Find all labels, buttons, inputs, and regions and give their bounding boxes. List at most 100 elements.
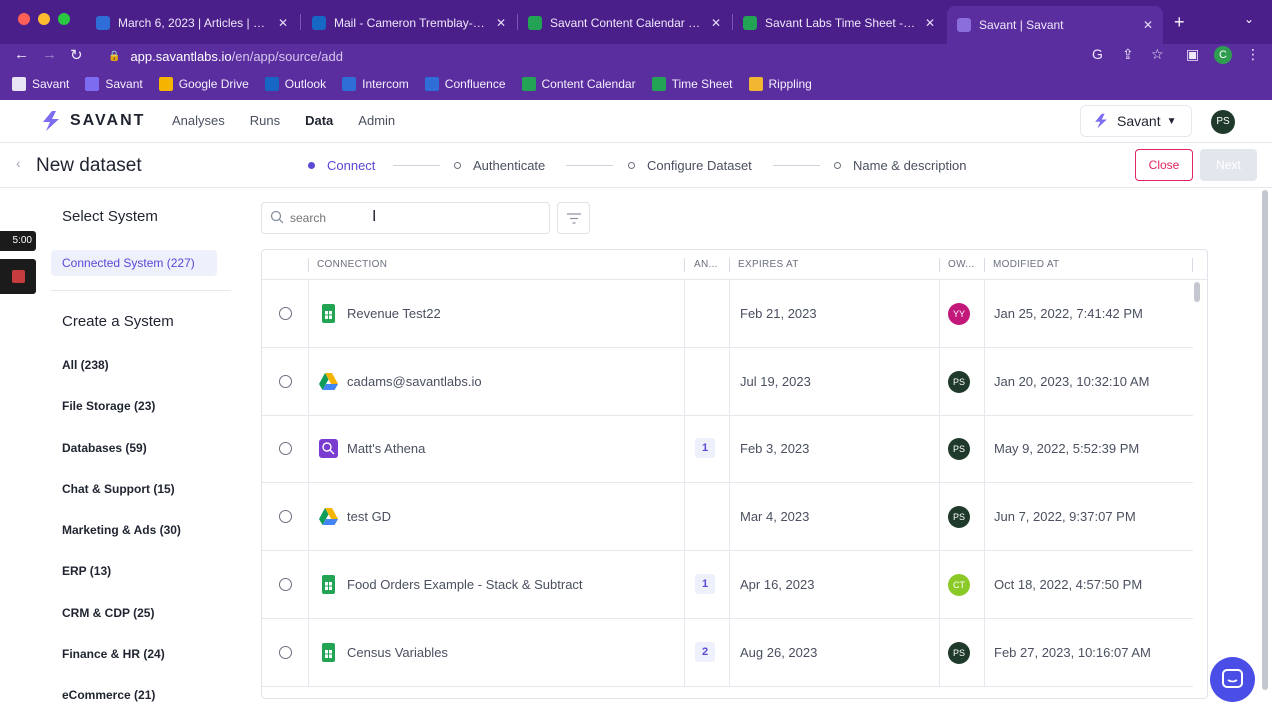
cell-divider (308, 618, 309, 687)
google-icon[interactable]: G (1092, 46, 1103, 62)
column-separator (729, 258, 730, 272)
sidebar-item-erp[interactable]: ERP (13) (62, 564, 111, 578)
next-button[interactable]: Next (1200, 149, 1257, 181)
bookmark-item[interactable]: Savant (85, 77, 143, 91)
sidebar-item-marketing-ads[interactable]: Marketing & Ads (30) (62, 523, 181, 537)
nav-analyses[interactable]: Analyses (172, 113, 225, 128)
cell-divider (308, 280, 309, 348)
row-select-radio[interactable] (279, 510, 292, 524)
stop-recording-button[interactable] (0, 259, 36, 294)
sidebar-item-ecommerce[interactable]: eCommerce (21) (62, 688, 155, 702)
bookmark-item[interactable]: Confluence (424, 77, 506, 91)
bookmark-item[interactable]: Content Calendar (521, 77, 636, 91)
row-select-radio[interactable] (279, 577, 292, 591)
filter-icon (567, 213, 581, 224)
tab-close-icon[interactable]: ✕ (1143, 18, 1153, 32)
sidebar-item-crm-cdp[interactable]: CRM & CDP (25) (62, 606, 154, 620)
window-zoom-button[interactable] (58, 13, 70, 25)
window-minimize-button[interactable] (38, 13, 50, 25)
cell-divider (684, 347, 685, 416)
step-authenticate: Authenticate (454, 158, 545, 173)
table-row[interactable]: test GD Mar 4, 2023 PS Jun 7, 2022, 9:37:07… (262, 483, 1193, 552)
browser-tab[interactable]: Savant Content Calendar - Google Sheets … (518, 8, 731, 38)
intercom-chat-button[interactable] (1210, 657, 1255, 702)
cell-divider (729, 618, 730, 687)
back-chevron-icon[interactable]: ‹ (16, 155, 21, 171)
nav-runs[interactable]: Runs (250, 113, 280, 128)
cell-divider (984, 347, 985, 416)
bookmark-item[interactable]: Intercom (342, 77, 409, 91)
browser-tab[interactable]: Mail - Cameron Tremblay-Adams ✕ (302, 8, 516, 38)
table-row[interactable]: Revenue Test22 Feb 21, 2023 YY Jan 25, 2022… (262, 280, 1193, 348)
expires-at: Jul 19, 2023 (740, 373, 811, 389)
table-row[interactable]: Matt's Athena 1 Feb 3, 2023 PS May 9, 2022, … (262, 415, 1193, 484)
expires-at: Aug 26, 2023 (740, 644, 818, 660)
bookmark-item[interactable]: Outlook (264, 77, 326, 91)
connection-name: Census Variables (347, 644, 448, 660)
reload-icon[interactable]: ↻ (70, 46, 83, 64)
url-field[interactable]: 🔒 app.savantlabs.io/en/app/source/add (108, 45, 1078, 67)
tab-close-icon[interactable]: ✕ (711, 16, 721, 30)
new-tab-icon[interactable]: + (1174, 12, 1185, 33)
google-sheets-icon (651, 77, 666, 91)
column-header-analyses[interactable]: AN... (694, 250, 718, 280)
column-header-connection[interactable]: CONNECTION (317, 250, 387, 280)
browser-profile-avatar[interactable]: C (1214, 46, 1232, 64)
expires-at: Mar 4, 2023 (740, 509, 810, 525)
org-switcher[interactable]: Savant ▼ (1080, 105, 1192, 137)
sidebar-item-chat-support[interactable]: Chat & Support (15) (62, 482, 175, 496)
column-header-owner[interactable]: OW... (948, 250, 975, 280)
nav-data[interactable]: Data (305, 113, 333, 128)
browser-tab[interactable]: March 6, 2023 | Articles | Savant ✕ (86, 8, 298, 38)
savant-logo[interactable]: SAVANT (40, 110, 145, 132)
sidebar-item-all[interactable]: All (238) (62, 358, 109, 372)
modified-at: Feb 27, 2023, 10:16:07 AM (994, 644, 1151, 660)
connected-system-item[interactable]: Connected System (227) (51, 250, 217, 276)
sidebar-item-databases[interactable]: Databases (59) (62, 441, 147, 455)
bookmark-item[interactable]: Rippling (748, 77, 812, 91)
column-separator (308, 258, 309, 272)
bookmark-item[interactable]: Google Drive (158, 77, 249, 91)
modified-at: Oct 18, 2022, 4:57:50 PM (994, 576, 1143, 592)
window-close-button[interactable] (18, 13, 30, 25)
browser-tab[interactable]: Savant Labs Time Sheet - Google Sheets ✕ (733, 8, 945, 38)
page-scrollbar[interactable] (1261, 190, 1269, 700)
tab-close-icon[interactable]: ✕ (496, 16, 506, 30)
page-header: ‹ New dataset Connect Authenticate Confi… (0, 143, 1272, 188)
bookmark-star-icon[interactable]: ☆ (1151, 46, 1164, 63)
row-select-radio[interactable] (279, 374, 292, 388)
close-button[interactable]: Close (1135, 149, 1193, 181)
sidebar-item-finance-hr[interactable]: Finance & HR (24) (62, 647, 165, 661)
tab-close-icon[interactable]: ✕ (925, 16, 935, 30)
filter-button[interactable] (557, 202, 590, 234)
nav-admin[interactable]: Admin (358, 113, 395, 128)
owner-avatar: CT (948, 573, 970, 596)
tab-search-chevron-icon[interactable]: ⌄ (1244, 12, 1254, 26)
table-scrollbar[interactable] (1194, 282, 1200, 302)
google-sheets-favicon-icon (528, 16, 542, 30)
sidebar-item-file-storage[interactable]: File Storage (23) (62, 399, 155, 413)
browser-tab-active[interactable]: Savant | Savant ✕ (947, 6, 1163, 44)
tab-separator (300, 14, 301, 30)
tab-close-icon[interactable]: ✕ (278, 16, 288, 30)
column-header-expires-at[interactable]: EXPIRES AT (738, 250, 799, 280)
table-row[interactable]: Food Orders Example - Stack & Subtract 1 A… (262, 550, 1193, 619)
step-dot-icon (308, 162, 315, 169)
row-select-radio[interactable] (279, 442, 292, 456)
row-select-radio[interactable] (279, 307, 292, 320)
table-row[interactable]: cadams@savantlabs.io Jul 19, 2023 PS Jan 20… (262, 347, 1193, 416)
bookmark-item[interactable]: Time Sheet (651, 77, 733, 91)
back-arrow-icon[interactable]: ← (14, 46, 29, 63)
page-scrollbar-thumb[interactable] (1262, 190, 1268, 690)
search-box: I (261, 202, 550, 234)
row-select-radio[interactable] (279, 645, 292, 659)
search-input[interactable] (290, 208, 540, 228)
user-avatar[interactable]: PS (1211, 110, 1235, 134)
side-panel-icon[interactable]: ▣ (1186, 46, 1199, 63)
share-icon[interactable]: ⇪ (1122, 46, 1134, 63)
table-row[interactable]: Census Variables 2 Aug 26, 2023 PS Feb 27, 2… (262, 618, 1193, 687)
bookmark-item[interactable]: Savant (12, 77, 69, 91)
forward-arrow-icon[interactable]: → (42, 46, 57, 63)
browser-menu-icon[interactable]: ⋮ (1246, 46, 1260, 63)
column-header-modified-at[interactable]: MODIFIED AT (993, 250, 1059, 280)
